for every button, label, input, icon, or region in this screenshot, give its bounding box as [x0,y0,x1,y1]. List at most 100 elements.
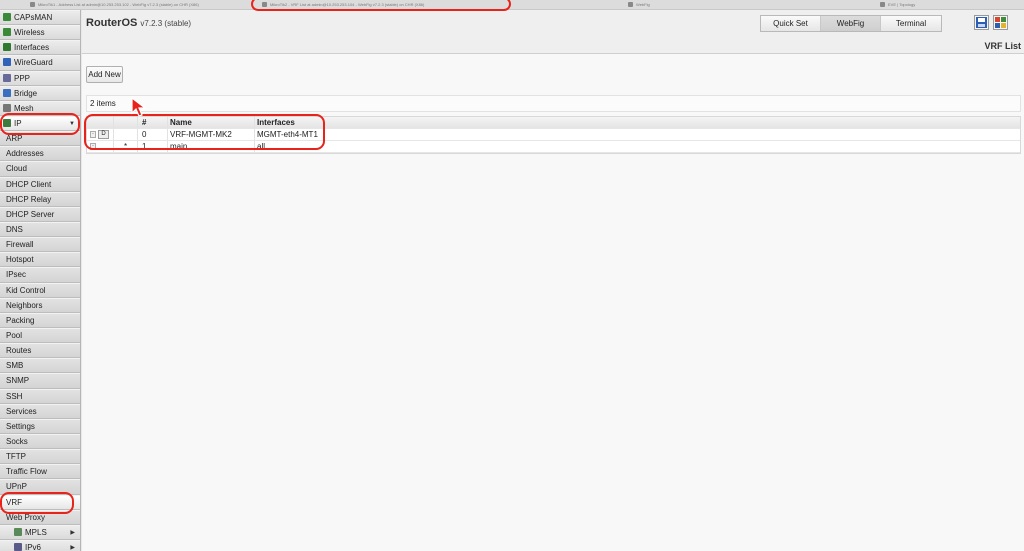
sidebar-item-bridge[interactable]: Bridge [0,85,80,101]
capsman-icon [3,13,11,21]
add-new-button[interactable]: Add New [86,66,123,83]
ppp-icon [3,73,11,82]
app-title: RouterOS v7.2.3 (stable) [86,17,192,29]
bridge-icon [3,88,11,97]
sidebar-item-ipv6[interactable]: IPv6 ▶ [0,539,80,551]
row-marker: * [114,141,138,152]
sidebar-item-ip[interactable]: IP ▼ [0,115,80,132]
sidebar-item-mpls[interactable]: MPLS ▶ [0,524,80,540]
sidebar-item-label: Bridge [14,88,38,98]
sidebar-subitem-settings[interactable]: Settings [0,418,80,434]
table-header: # Name Interfaces [87,117,1020,129]
sidebar-subitem-dhcp-relay[interactable]: DHCP Relay [0,191,80,207]
sidebar-subitem-upnp[interactable]: UPnP [0,479,80,495]
sidebar-item-label: WireGuard [14,58,53,68]
browser-tab[interactable]: WebFig [628,1,748,9]
browser-tab[interactable]: MikroTik1 - Address List at admin@10.253… [30,1,230,9]
ipv6-icon [14,542,22,551]
item-count: 2 items [86,95,1021,112]
sidebar-subitem-traffic-flow[interactable]: Traffic Flow [0,464,80,480]
sidebar-subitem-ipsec[interactable]: IPsec [0,267,80,283]
tab-favicon-icon [880,2,885,8]
sidebar: CAPsMAN Wireless Interfaces WireGuard PPP Bri… [0,10,81,551]
column-header-interfaces[interactable]: Interfaces [255,118,375,127]
chevron-right-icon: ▶ [70,544,75,551]
sidebar-subitem-snmp[interactable]: SNMP [0,373,80,389]
sidebar-item-label: CAPsMAN [14,13,53,22]
sidebar-item-label: IPv6 [25,542,42,551]
table-row[interactable]: - * 1 main all [87,141,1020,153]
sidebar-subitem-hotspot[interactable]: Hotspot [0,252,80,268]
sidebar-subitem-dhcp-client[interactable]: DHCP Client [0,176,80,192]
list-panel: Add New 2 items # Name Interfaces - D 0 … [82,53,1024,551]
sidebar-subitem-addresses[interactable]: Addresses [0,146,80,162]
sidebar-item-wireguard[interactable]: WireGuard [0,55,80,71]
browser-tab-strip: MikroTik1 - Address List at admin@10.253… [0,0,1024,10]
mpls-icon [14,527,22,536]
sidebar-subitem-web-proxy[interactable]: Web Proxy [0,509,80,525]
row-marker [114,129,138,140]
column-header-number[interactable]: # [138,117,168,128]
tab-favicon-icon [30,2,35,8]
sidebar-subitem-kid-control[interactable]: Kid Control [0,282,80,298]
sidebar-subitem-pool[interactable]: Pool [0,327,80,344]
sidebar-subitem-ssh[interactable]: SSH [0,388,80,404]
row-name[interactable]: VRF-MGMT-MK2 [168,129,255,140]
row-select-box[interactable]: - [90,143,96,150]
sidebar-item-interfaces[interactable]: Interfaces [0,40,80,56]
sidebar-subitem-services[interactable]: Services [0,403,80,419]
mesh-icon [3,103,11,112]
vrf-table: # Name Interfaces - D 0 VRF-MGMT-MK2 MGM… [86,116,1021,154]
sidebar-subitem-dhcp-server[interactable]: DHCP Server [0,206,80,222]
sidebar-subitem-cloud[interactable]: Cloud [0,161,80,177]
sidebar-subitem-dns[interactable]: DNS [0,221,80,238]
row-interfaces: MGMT-eth4-MT1 [257,130,318,139]
webfig-button[interactable]: WebFig [821,16,881,31]
mouse-cursor-icon [131,96,147,117]
ip-icon [3,118,11,127]
top-button-group: Quick Set WebFig Terminal [760,15,942,32]
sidebar-item-label: IP [14,118,22,128]
chevron-down-icon: ▼ [69,120,75,127]
wireguard-icon [3,58,11,67]
tab-favicon-icon [262,2,267,8]
sidebar-item-ppp[interactable]: PPP [0,70,80,86]
page-title: VRF List [984,41,1021,51]
chevron-right-icon: ▶ [70,529,75,536]
interfaces-icon [3,43,11,52]
sidebar-subitem-vrf[interactable]: VRF [0,494,80,510]
column-header-name[interactable]: Name [168,117,255,128]
sidebar-item-wireless[interactable]: Wireless [0,25,80,41]
row-number: 0 [138,129,168,140]
main-content: RouterOS v7.2.3 (stable) Quick Set WebFi… [82,10,1024,551]
sidebar-subitem-routes[interactable]: Routes [0,343,80,359]
sidebar-subitem-socks[interactable]: Socks [0,433,80,450]
row-select-box[interactable]: - [90,131,96,138]
disable-flag-button[interactable]: D [98,130,109,139]
quick-set-button[interactable]: Quick Set [761,16,821,31]
sidebar-subitem-smb[interactable]: SMB [0,358,80,374]
sidebar-item-label: Wireless [14,28,45,38]
sidebar-subitem-neighbors[interactable]: Neighbors [0,297,80,313]
sidebar-subitem-firewall[interactable]: Firewall [0,237,80,253]
terminal-button[interactable]: Terminal [881,16,941,31]
sidebar-item-capsman[interactable]: CAPsMAN [0,10,80,26]
design-icon[interactable] [993,15,1008,30]
sidebar-item-mesh[interactable]: Mesh [0,100,80,116]
sidebar-item-label: MPLS [25,527,47,537]
sidebar-subitem-arp[interactable]: ARP [0,131,80,147]
browser-tab-active[interactable]: MikroTik2 - VRF List at admin@10.253.253… [262,1,497,9]
row-number: 1 [138,141,168,152]
sidebar-item-label: Interfaces [14,43,50,53]
tab-favicon-icon [628,2,633,8]
row-interfaces: all [257,142,266,151]
save-icon[interactable] [974,15,989,30]
sidebar-subitem-packing[interactable]: Packing [0,312,80,328]
sidebar-item-label: Mesh [14,103,34,113]
wireless-icon [3,28,11,37]
row-name[interactable]: main [168,141,255,152]
sidebar-item-label: PPP [14,73,31,83]
sidebar-subitem-tftp[interactable]: TFTP [0,449,80,465]
table-row[interactable]: - D 0 VRF-MGMT-MK2 MGMT-eth4-MT1 [87,129,1020,141]
browser-tab[interactable]: EVE | Topology [880,1,1000,9]
